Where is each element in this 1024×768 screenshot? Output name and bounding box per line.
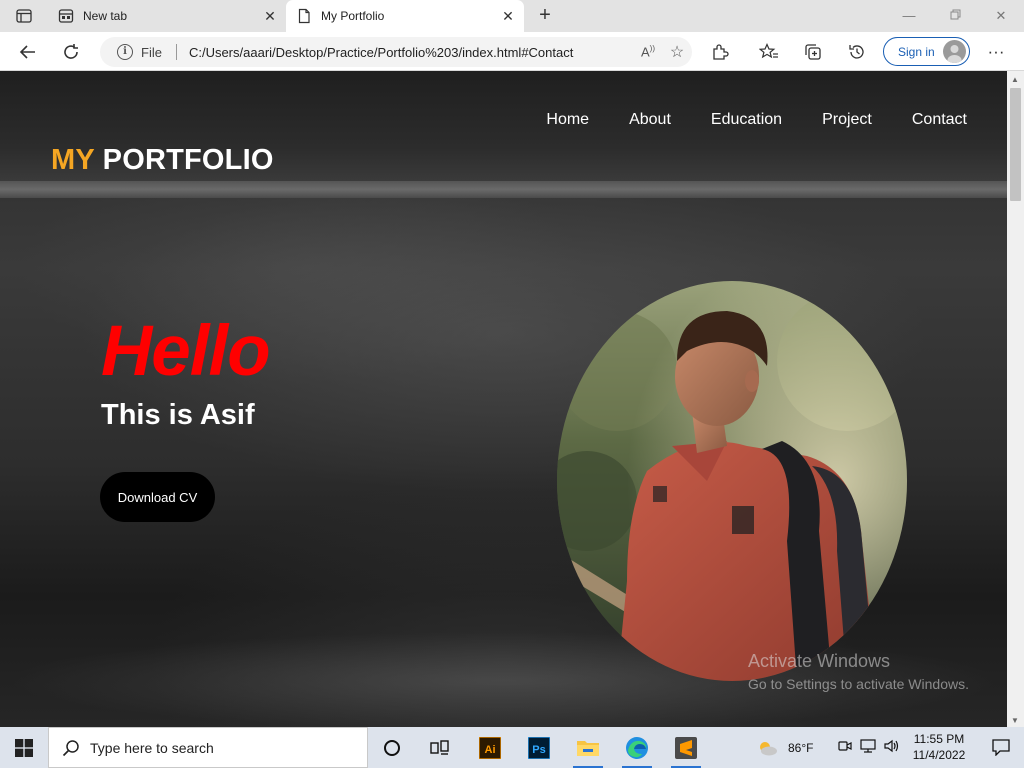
task-view-icon[interactable] — [417, 727, 463, 768]
weather-widget[interactable]: 86°F — [756, 727, 813, 768]
sublime-text-icon[interactable] — [663, 727, 709, 768]
favorites-icon[interactable] — [755, 38, 783, 66]
photoshop-icon[interactable]: Ps — [516, 727, 562, 768]
refresh-button[interactable] — [57, 38, 85, 66]
main-nav: Home About Education Project Contact — [506, 111, 967, 129]
nav-home[interactable]: Home — [546, 111, 589, 129]
document-icon — [296, 8, 312, 24]
new-tab-button[interactable]: + — [533, 4, 557, 28]
nav-about[interactable]: About — [629, 111, 671, 129]
scrollbar-thumb[interactable] — [1010, 88, 1021, 201]
meet-now-icon[interactable] — [838, 739, 852, 756]
hero-intro: This is Asif — [101, 399, 255, 431]
avatar — [943, 40, 966, 63]
volume-icon[interactable] — [884, 739, 900, 756]
logo-text: PORTFOLIO — [102, 144, 274, 176]
close-icon[interactable]: ✕ — [260, 8, 280, 25]
scroll-down-icon[interactable]: ▼ — [1011, 716, 1019, 725]
start-button[interactable] — [0, 727, 48, 768]
tab-title: My Portfolio — [321, 9, 385, 23]
windows-taskbar: Type here to search Ai Ps 86°F 11:55 PM — [0, 727, 1024, 768]
collections-icon[interactable] — [799, 38, 827, 66]
extensions-icon[interactable] — [706, 38, 734, 66]
nav-contact[interactable]: Contact — [912, 111, 967, 129]
info-icon[interactable]: i — [117, 44, 133, 60]
hero-greeting: Hello — [101, 312, 271, 391]
taskbar-search-box[interactable]: Type here to search — [48, 727, 368, 768]
history-icon[interactable] — [843, 38, 871, 66]
more-options-icon[interactable]: ··· — [982, 38, 1010, 66]
header-divider — [0, 181, 1007, 198]
tab-actions-icon[interactable] — [12, 5, 36, 27]
activate-windows-watermark: Activate Windows Go to Settings to activ… — [748, 651, 969, 692]
svg-text:Ai: Ai — [485, 744, 496, 756]
clock-date: 11/4/2022 — [912, 748, 966, 762]
notifications-icon[interactable] — [978, 727, 1024, 768]
scroll-up-icon[interactable]: ▲ — [1011, 75, 1019, 84]
logo-accent: MY — [51, 144, 95, 176]
scheme-label: File — [141, 44, 162, 60]
address-bar[interactable]: i File C:/Users/aaari/Desktop/Practice/P… — [100, 37, 692, 67]
tab-bar: New tab ✕ My Portfolio ✕ + — ✕ — [0, 0, 1024, 32]
tab-new-tab[interactable]: New tab ✕ — [48, 0, 286, 32]
profile-photo — [557, 281, 907, 681]
search-placeholder: Type here to search — [90, 739, 214, 756]
file-explorer-icon[interactable] — [565, 727, 611, 768]
sign-in-label: Sign in — [898, 44, 935, 59]
close-window-button[interactable]: ✕ — [989, 6, 1013, 26]
cortana-icon[interactable] — [369, 727, 415, 768]
browser-toolbar: i File C:/Users/aaari/Desktop/Practice/P… — [0, 32, 1024, 71]
clock-time: 11:55 PM — [913, 732, 965, 746]
system-tray — [838, 727, 900, 768]
weather-icon — [760, 741, 777, 755]
nav-education[interactable]: Education — [711, 111, 782, 129]
svg-text:Ps: Ps — [532, 744, 545, 756]
watermark-title: Activate Windows — [748, 651, 891, 671]
edge-icon[interactable] — [614, 727, 660, 768]
site-logo[interactable]: MY PORTFOLIO — [51, 144, 274, 177]
close-icon[interactable]: ✕ — [498, 8, 518, 25]
tab-my-portfolio[interactable]: My Portfolio ✕ — [286, 0, 524, 32]
page-viewport: MY PORTFOLIO Home About Education Projec… — [0, 71, 1007, 727]
minimize-button[interactable]: — — [897, 6, 921, 26]
search-icon — [62, 739, 79, 756]
vertical-scrollbar[interactable]: ▲ ▼ — [1007, 71, 1024, 727]
system-clock[interactable]: 11:55 PM 11/4/2022 — [906, 731, 972, 763]
new-tab-page-icon — [58, 8, 74, 24]
restore-button[interactable] — [943, 6, 967, 26]
read-aloud-icon[interactable]: A)) — [634, 44, 662, 59]
sign-in-button[interactable]: Sign in — [883, 37, 970, 66]
download-cv-button[interactable]: Download CV — [100, 472, 215, 522]
network-icon[interactable] — [860, 739, 876, 756]
nav-project[interactable]: Project — [822, 111, 872, 129]
divider — [175, 44, 177, 60]
add-favorite-icon[interactable]: ☆ — [662, 42, 692, 62]
illustrator-icon[interactable]: Ai — [467, 727, 513, 768]
url-text[interactable]: C:/Users/aaari/Desktop/Practice/Portfoli… — [189, 45, 634, 60]
weather-temp: 86°F — [788, 740, 814, 755]
watermark-subtitle: Go to Settings to activate Windows. — [748, 676, 969, 692]
back-button[interactable] — [14, 38, 42, 66]
windows-logo-icon — [15, 738, 33, 757]
tab-title: New tab — [83, 9, 128, 23]
